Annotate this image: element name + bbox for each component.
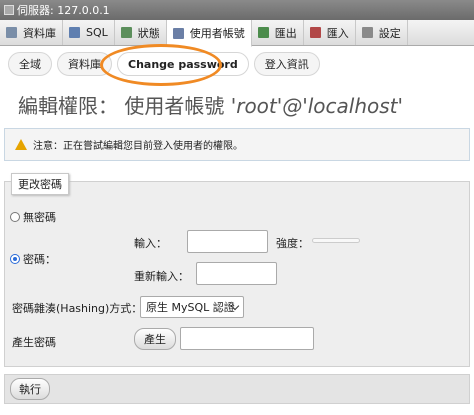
import-icon	[309, 27, 321, 38]
password-option[interactable]: 密碼：	[10, 251, 56, 267]
page-title-user: 'root'@'localhost'	[230, 94, 404, 118]
generated-password-field[interactable]	[180, 327, 314, 350]
tab-databases[interactable]: 資料庫	[0, 20, 63, 45]
no-password-option[interactable]: 無密碼	[10, 209, 56, 225]
hashing-selected: 原生 MySQL 認證	[146, 301, 235, 314]
notice-box: 注意：正在嘗試編輯您目前登入使用者的權限。	[4, 128, 470, 161]
main-tabs: 資料庫 SQL 狀態 使用者帳號 匯出 匯入 設定	[0, 20, 474, 47]
strength-label: 強度：	[276, 237, 309, 250]
settings-icon	[361, 27, 373, 38]
retype-input[interactable]	[196, 262, 277, 285]
tab-import[interactable]: 匯入	[304, 20, 356, 45]
retype-label: 重新輸入：	[134, 270, 189, 283]
go-button[interactable]: 執行	[10, 378, 50, 400]
warning-icon	[15, 139, 27, 150]
export-icon	[257, 27, 269, 38]
tab-settings[interactable]: 設定	[356, 20, 408, 45]
status-icon	[120, 27, 132, 38]
password-input[interactable]	[187, 230, 268, 253]
generate-label: 產生密碼	[12, 336, 56, 349]
users-icon	[172, 27, 184, 39]
server-label: 伺服器: 127.0.0.1	[17, 4, 110, 17]
password-radio[interactable]	[10, 254, 20, 264]
subtab-login-info[interactable]: 登入資訊	[253, 52, 320, 76]
page-title-prefix: 編輯權限： 使用者帳號	[18, 94, 231, 118]
generate-button[interactable]: 產生	[134, 328, 176, 350]
sql-icon	[69, 27, 80, 38]
no-password-radio[interactable]	[10, 212, 20, 222]
subtab-database[interactable]: 資料庫	[57, 52, 112, 76]
fieldset-legend: 更改密碼	[11, 173, 69, 195]
tab-sql[interactable]: SQL	[63, 20, 115, 45]
sub-tabs: 全域 資料庫 Change password 登入資訊	[8, 52, 320, 76]
subtab-global[interactable]: 全域	[8, 52, 52, 76]
strength-meter	[312, 238, 360, 243]
form-footer	[4, 374, 470, 404]
server-bar: 伺服器: 127.0.0.1	[0, 0, 474, 20]
tab-status[interactable]: 狀態	[115, 20, 167, 45]
enter-label: 輸入：	[134, 237, 167, 250]
tab-export[interactable]: 匯出	[252, 20, 304, 45]
notice-text: 注意：正在嘗試編輯您目前登入使用者的權限。	[33, 141, 243, 152]
tab-user-accounts[interactable]: 使用者帳號	[166, 20, 252, 47]
hashing-label: 密碼雜湊(Hashing)方式：	[12, 302, 143, 315]
password-label: 密碼：	[23, 253, 56, 266]
page-title: 編輯權限： 使用者帳號 'root'@'localhost'	[18, 90, 403, 119]
hashing-select[interactable]: 原生 MySQL 認證	[140, 296, 244, 318]
subtab-change-password[interactable]: Change password	[117, 52, 249, 76]
server-icon	[4, 5, 14, 15]
database-icon	[6, 27, 17, 38]
no-password-label: 無密碼	[23, 211, 56, 224]
